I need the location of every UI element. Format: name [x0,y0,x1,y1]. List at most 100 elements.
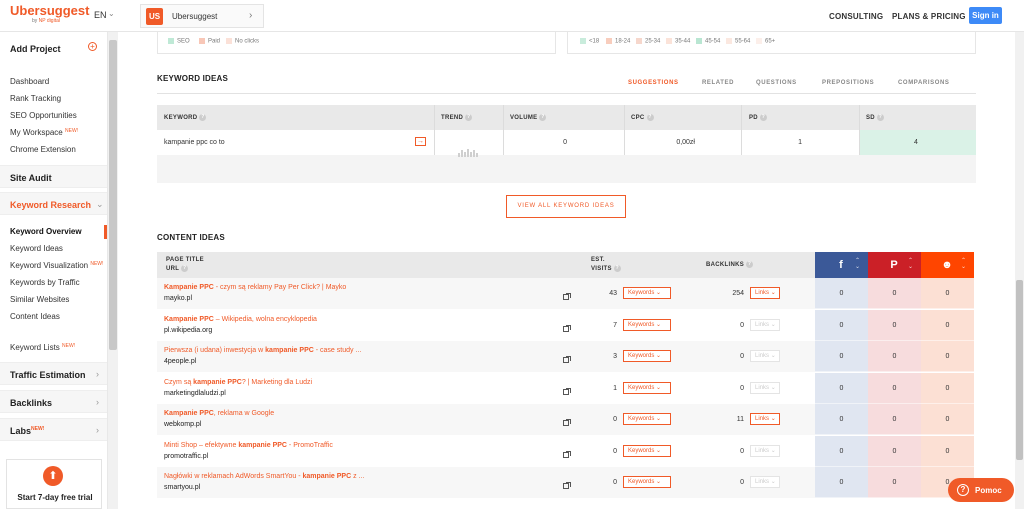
help-icon[interactable]: ? [199,114,207,121]
sidebar-item-dashboard[interactable]: Dashboard [10,77,49,86]
page-title-link[interactable]: Czym są kampanie PPC? | Marketing dla Lu… [164,379,312,386]
sidebar-section-backlinks[interactable]: Backlinks › [0,390,107,413]
title-keyword: kampanie PPC [238,441,287,449]
sidebar-item-rank-tracking[interactable]: Rank Tracking [10,94,61,103]
links-dropdown[interactable]: Links ⌄ [750,381,780,394]
table-row[interactable]: Kampanie PPC – Wikipedia, wolna encyklop… [157,309,976,341]
trial-card[interactable]: ⬆ Start 7-day free trial [6,459,102,509]
links-dropdown[interactable]: Links ⌄ [750,476,780,488]
sign-in-button[interactable]: Sign in [969,7,1002,24]
sort-icon[interactable]: ⌃ ⌄ [908,258,913,270]
sidebar-section-site-audit[interactable]: Site Audit [0,165,107,188]
keywords-dropdown[interactable]: Keywords ⌄ [623,444,671,457]
pinterest-cell: 0 [868,435,921,467]
table-row[interactable]: Kampanie PPC - czym są reklamy Pay Per C… [157,278,976,309]
reddit-shares: 0 [945,384,950,392]
tab-related[interactable]: RELATED [702,80,734,86]
table-row[interactable]: Nagłówki w reklamach AdWords SmartYou - … [157,467,976,498]
divider [624,105,625,155]
table-row[interactable]: Pierwsza (i udana) inwestycja w kampanie… [157,341,976,372]
view-all-keyword-ideas-button[interactable]: VIEW ALL KEYWORD IDEAS [506,195,626,218]
sidebar-item-keyword-ideas[interactable]: Keyword Ideas [10,244,63,253]
language-selector[interactable]: EN [94,10,107,20]
keywords-dropdown[interactable]: Keywords ⌄ [623,413,671,425]
sidebar-item-keyword-overview[interactable]: Keyword Overview [10,227,82,236]
links-dropdown[interactable]: Links ⌄ [750,318,780,331]
arrow-right-icon[interactable]: → [415,137,426,146]
nav-plans-pricing[interactable]: PLANS & PRICING [892,12,966,21]
page-title-link[interactable]: Kampanie PPC – Wikipedia, wolna encyklop… [164,316,317,323]
sidebar-item-my-workspace[interactable]: My Workspace NEW! [10,128,78,137]
external-link-icon[interactable] [563,324,571,332]
external-link-icon[interactable] [563,356,571,363]
table-row[interactable]: Czym są kampanie PPC? | Marketing dla Lu… [157,372,976,404]
sidebar-item-keyword-visualization[interactable]: Keyword Visualization NEW! [10,261,103,270]
tab-prepositions[interactable]: PREPOSITIONS [822,80,874,86]
external-link-icon[interactable] [563,387,571,395]
sidebar-section-keyword-research[interactable]: Keyword Research ⌄ [0,192,107,215]
page-scrollbar-thumb[interactable] [1016,280,1023,460]
tab-suggestions[interactable]: SUGGESTIONS [628,80,679,86]
sidebar-item-similar-websites[interactable]: Similar Websites [10,295,69,304]
external-link-icon[interactable] [563,482,571,489]
page-title-link[interactable]: Pierwsza (i udana) inwestycja w kampanie… [164,347,361,354]
help-label: Pomoc [975,486,1002,495]
table-row[interactable]: Kampanie PPC, reklama w Google webkomp.pl… [157,404,976,435]
links-dropdown[interactable]: Links ⌄ [750,444,780,457]
keywords-dropdown[interactable]: Keywords ⌄ [623,381,671,394]
external-link-icon[interactable] [563,450,571,458]
links-dropdown[interactable]: Links ⌄ [750,287,780,299]
sidebar-item-keyword-lists[interactable]: Keyword Lists NEW! [10,343,75,352]
help-icon[interactable]: ? [646,114,654,121]
help-icon[interactable]: ? [759,114,767,121]
keywords-dropdown[interactable]: Keywords ⌄ [623,476,671,488]
sort-icon[interactable]: ⌃ ⌄ [855,258,860,270]
sidebar-item-seo-opportunities[interactable]: SEO Opportunities [10,111,77,120]
swatch [756,38,762,44]
row-background [157,278,815,309]
external-link-icon[interactable] [563,293,571,300]
pinterest-header[interactable]: P ⌃ ⌄ [868,252,921,278]
sidebar-section-label: Site Audit [10,173,52,183]
sidebar-item-chrome-extension[interactable]: Chrome Extension [10,145,76,154]
keywords-dropdown[interactable]: Keywords ⌄ [623,287,671,299]
help-icon[interactable]: ? [613,265,621,272]
sidebar-section-traffic-estimation[interactable]: Traffic Estimation › [0,362,107,385]
help-button[interactable]: ? Pomoc [948,478,1014,502]
project-selector[interactable]: US Ubersuggest › [140,4,264,28]
links-dropdown[interactable]: Links ⌄ [750,413,780,425]
keywords-dropdown[interactable]: Keywords ⌄ [623,350,671,362]
plus-circle-icon[interactable]: + [88,42,97,51]
help-icon[interactable]: ? [876,114,884,121]
table-row[interactable]: Minti Shop – efektywne kampanie PPC - Pr… [157,435,976,467]
add-project-label[interactable]: Add Project [10,44,61,54]
sort-icon[interactable]: ⌃ ⌄ [961,258,966,270]
page-title-link[interactable]: Kampanie PPC - czym są reklamy Pay Per C… [164,284,346,291]
tab-comparisons[interactable]: COMPARISONS [898,80,950,86]
page-title-link[interactable]: Kampanie PPC, reklama w Google [164,410,274,417]
reddit-header[interactable]: ☻ ⌃ ⌄ [921,252,974,278]
facebook-icon: f [839,259,843,271]
keywords-dropdown[interactable]: Keywords ⌄ [623,318,671,331]
tab-questions[interactable]: QUESTIONS [756,80,797,86]
facebook-header[interactable]: f ⌃ ⌄ [815,252,868,278]
sidebar-scrollbar-thumb[interactable] [109,40,117,350]
keyword-cell[interactable]: kampanie ppc co to [164,139,225,146]
sidebar-section-labs[interactable]: LabsNEW! › [0,418,107,441]
help-icon[interactable]: ? [181,265,189,272]
nav-consulting[interactable]: CONSULTING [829,12,883,21]
chevron-down-icon: ⌄ [770,479,776,485]
table-row[interactable]: kampanie ppc co to → 0 0,00zł 1 4 [157,130,976,157]
help-icon[interactable]: ? [465,114,473,121]
external-link-icon[interactable] [563,419,571,426]
help-icon[interactable]: ? [746,261,754,268]
page-title-link[interactable]: Minti Shop – efektywne kampanie PPC - Pr… [164,442,333,449]
sidebar-item-keywords-by-traffic[interactable]: Keywords by Traffic [10,278,80,287]
sidebar-item-content-ideas[interactable]: Content Ideas [10,312,60,321]
help-icon[interactable]: ? [539,114,547,121]
dropdown-label: Keywords [628,447,655,454]
logo[interactable]: Ubersuggest by NP digital [10,4,89,25]
links-dropdown[interactable]: Links ⌄ [750,350,780,362]
page-title-link[interactable]: Nagłówki w reklamach AdWords SmartYou - … [164,473,364,480]
swatch [696,38,702,44]
